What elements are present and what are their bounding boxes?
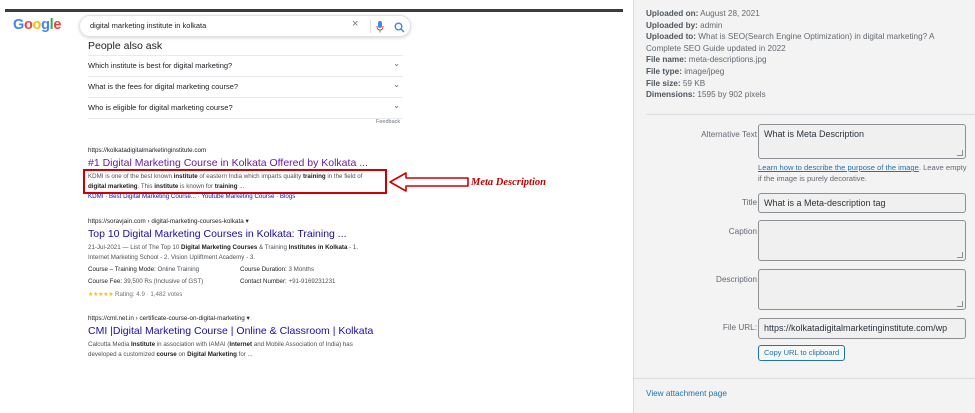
result-title: Top 10 Digital Marketing Courses in Kolk… [88,228,347,240]
alt-text-help-link[interactable]: Learn how to describe the purpose of the… [758,163,919,172]
meta-description-annotation: Meta Description [471,177,546,188]
google-logo-letter: o [23,17,33,33]
copy-url-button[interactable]: Copy URL to clipboard [758,345,846,361]
result-snippet: 21-Jul-2021 — List of The Top 10 Digital… [88,244,359,261]
file-size: File size: 59 KB [646,78,706,88]
dimensions: Dimensions: 1595 by 902 pixels [646,90,766,100]
arrow-left-icon [389,172,469,192]
caption-label: Caption [728,227,757,236]
result-title: CMI |Digital Marketing Course | Online &… [88,325,374,337]
clear-icon: × [352,18,359,30]
alt-text-value: What is Meta Description [764,129,865,139]
alt-text-label: Alternative Text [701,130,757,139]
chevron-down-icon: ⌄ [393,59,400,68]
feedback-label: Feedback [376,119,401,125]
title-field[interactable]: What is a Meta-description tag [758,193,966,213]
google-logo-letter: o [32,17,42,33]
title-value: What is a Meta-description tag [764,198,886,208]
uploaded-to: Uploaded to: What is SEO(Search Engine O… [646,32,935,53]
result-attribute: Course Fee: 39,500 Rs (Inclusive of GST) [88,278,204,285]
result-url: https://kolkatadigitalmarketinginstitute… [88,147,207,154]
caption-field[interactable] [758,220,966,261]
result-snippet: Calcutta Media Institute in association … [88,341,353,358]
meta-description-highlight-box [83,169,387,194]
file-name: File name: meta-descriptions.jpg [646,55,767,65]
file-url-label: File URL: [722,323,757,332]
result-title: #1 Digital Marketing Course in Kolkata O… [88,157,368,169]
search-query: digital marketing institute in kolkata [90,21,207,30]
preview-top-bar [5,9,623,12]
alt-text-field[interactable]: What is Meta Description [758,124,966,159]
resize-handle-icon[interactable] [957,301,963,307]
people-also-ask-heading: People also ask [88,40,163,52]
chevron-down-icon: ⌄ [393,101,400,110]
result-attribute: Contact Number: +91-9169231231 [240,278,336,285]
uploaded-on: Uploaded on: August 28, 2021 [646,9,760,18]
paa-question-text: Which institute is best for digital mark… [88,61,233,70]
result-sitelinks: KDMI · Best Digital Marketing Course... … [88,193,296,200]
result-url: https://soravjain.com › digital-marketin… [88,218,249,225]
star-rating-icon: ★★★★★ [88,291,114,298]
chevron-down-icon: ⌄ [393,80,400,89]
result-attribute: Course Duration: 3 Months [240,266,314,273]
paa-question: Who is eligible for digital marketing co… [88,98,403,119]
title-label: Title [741,198,757,207]
attachment-details-panel: Uploaded on: August 28, 2021 Uploaded by… [633,0,975,413]
view-attachment-page-link[interactable]: View attachment page [646,389,727,398]
google-logo-letter: g [41,17,50,33]
search-icon [394,20,405,38]
result-attribute: Course – Training Mode: Online Training [88,266,200,273]
result-rating: ★★★★★ Rating: 4.9 · 1,482 votes [88,291,183,298]
google-search-box: digital marketing institute in kolkata × [79,15,411,37]
divider [634,378,975,379]
attachment-image-preview: Google digital marketing institute in ko… [0,0,625,413]
search-divider [370,20,371,33]
alt-text-help: Learn how to describe the purpose of the… [758,162,972,184]
resize-handle-icon[interactable] [957,252,963,258]
divider [646,114,975,115]
google-logo-letter: e [53,17,62,33]
paa-question-text: Who is eligible for digital marketing co… [88,103,233,112]
google-logo: Google [13,17,61,33]
google-logo-letter: G [13,17,24,33]
file-type: File type: image/jpeg [646,66,725,76]
description-label: Description [716,275,757,284]
result-url: https://cml.net.in › certificate-course-… [88,315,250,322]
description-field[interactable] [758,269,966,310]
paa-question-text: What is the fees for digital marketing c… [88,82,239,91]
paa-question: What is the fees for digital marketing c… [88,77,403,98]
resize-handle-icon[interactable] [957,150,963,156]
file-url-field[interactable]: https://kolkatadigitalmarketinginstitute… [758,318,966,339]
paa-question: Which institute is best for digital mark… [88,56,403,77]
file-info: Uploaded on: August 28, 2021 Uploaded by… [646,8,966,101]
microphone-icon [376,20,384,38]
uploaded-by: Uploaded by: admin [646,20,723,30]
file-url-value: https://kolkatadigitalmarketinginstitute… [764,323,948,333]
